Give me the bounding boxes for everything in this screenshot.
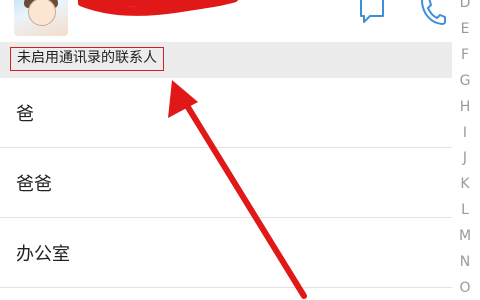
alphabet-index[interactable]: D E F G H I J K L M N O	[452, 0, 478, 300]
index-letter-l[interactable]: L	[452, 198, 478, 224]
section-header: 未启用通讯录的联系人	[0, 42, 452, 78]
list-item[interactable]: 爸	[0, 78, 452, 148]
list-item[interactable]: 爸爸	[0, 148, 452, 218]
index-letter-g[interactable]: G	[452, 69, 478, 95]
contacts-screen: 未启用通讯录的联系人 爸 爸爸 办公室 D E F G H I J K L M …	[0, 0, 480, 300]
index-letter-h[interactable]: H	[452, 95, 478, 121]
contact-header-row[interactable]	[0, 0, 452, 40]
redacted-name-scribble	[78, 0, 238, 16]
index-letter-i[interactable]: I	[452, 121, 478, 147]
index-letter-f[interactable]: F	[452, 43, 478, 69]
contact-name: 办公室	[16, 243, 70, 265]
index-letter-o[interactable]: O	[452, 276, 478, 300]
contact-list: 爸 爸爸 办公室	[0, 78, 452, 288]
index-letter-m[interactable]: M	[452, 224, 478, 250]
message-icon[interactable]	[358, 0, 386, 28]
index-letter-k[interactable]: K	[452, 172, 478, 198]
avatar-face	[28, 0, 56, 26]
index-letter-d[interactable]: D	[452, 0, 478, 17]
phone-icon[interactable]	[418, 0, 446, 28]
list-item[interactable]: 办公室	[0, 218, 452, 288]
index-letter-n[interactable]: N	[452, 250, 478, 276]
index-letter-e[interactable]: E	[452, 17, 478, 43]
index-letter-j[interactable]: J	[452, 146, 478, 172]
section-header-label: 未启用通讯录的联系人	[10, 47, 164, 71]
contact-name: 爸	[16, 103, 34, 125]
contact-name: 爸爸	[16, 173, 52, 195]
avatar[interactable]	[14, 0, 68, 36]
